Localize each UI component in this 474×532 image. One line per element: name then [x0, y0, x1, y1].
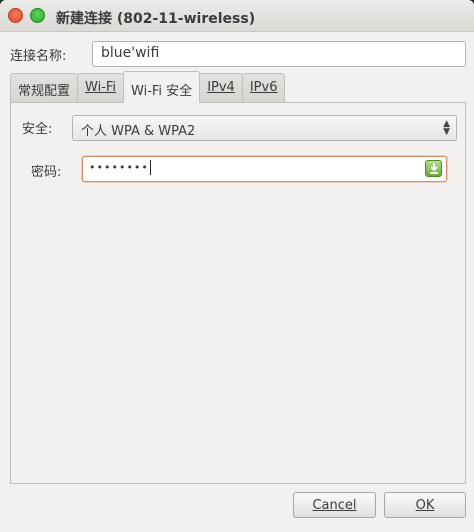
key-menu-icon-glyph	[430, 163, 438, 174]
tab-ipv4[interactable]: IPv4	[199, 73, 243, 103]
key-menu-icon[interactable]	[425, 160, 442, 177]
updown-arrows-icon: ▲ ▼	[443, 119, 450, 137]
tab-general[interactable]: 常规配置	[10, 73, 79, 103]
tab-ipv4-label: IPv4	[207, 80, 235, 95]
tab-ipv6-label: IPv6	[249, 80, 278, 95]
text-caret	[149, 160, 151, 175]
tab-bar: 常规配置 Wi-Fi Wi-Fi 安全 IPv4 IPv6	[10, 71, 286, 103]
tab-wifi[interactable]: Wi-Fi	[77, 73, 125, 103]
ok-button-label: OK	[415, 498, 435, 513]
maximize-icon[interactable]	[30, 8, 45, 23]
ok-button[interactable]: OK	[384, 492, 466, 518]
connection-name-row: 连接名称: blue'wifi	[10, 41, 466, 67]
dialog-window: 新建连接 (802-11-wireless) 连接名称: blue'wifi 常…	[0, 0, 474, 532]
password-label: 密码:	[31, 165, 62, 180]
tab-wifi-label: Wi-Fi	[85, 80, 117, 95]
password-input[interactable]: ••••••••	[82, 156, 447, 182]
connection-name-label: 连接名称:	[10, 48, 67, 64]
cancel-button-label: Cancel	[312, 498, 357, 513]
close-icon[interactable]	[8, 8, 23, 23]
tab-wifi-security[interactable]: Wi-Fi 安全	[123, 71, 201, 103]
security-select[interactable]: 个人 WPA & WPA2 ▲ ▼	[72, 115, 457, 141]
connection-name-input[interactable]: blue'wifi	[92, 41, 466, 67]
password-masked-value: ••••••••	[89, 161, 149, 174]
tab-ipv6[interactable]: IPv6	[241, 73, 286, 103]
window-title: 新建连接 (802-11-wireless)	[56, 11, 256, 27]
security-label: 安全:	[22, 122, 53, 137]
titlebar: 新建连接 (802-11-wireless)	[0, 0, 474, 32]
cancel-button[interactable]: Cancel	[293, 492, 376, 518]
security-selected-value: 个人 WPA & WPA2	[81, 124, 196, 139]
